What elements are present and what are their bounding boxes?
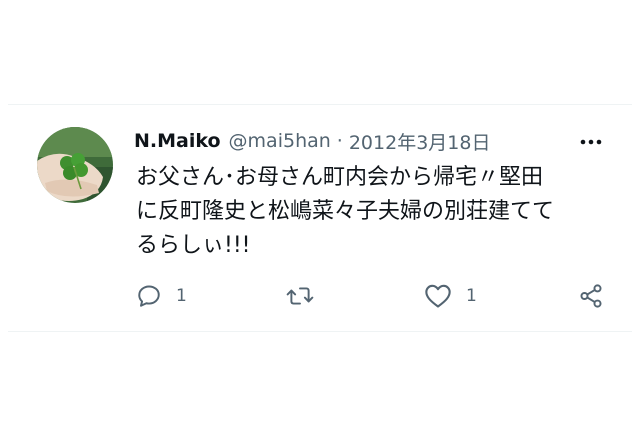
reply-icon xyxy=(138,285,160,307)
share-button[interactable] xyxy=(578,281,604,311)
user-handle[interactable]: @mai5han xyxy=(229,130,331,152)
tweet-text: お父さん･お母さん町内会から帰宅〃堅田 に反町隆史と松嶋菜々子夫婦の別荘建てて … xyxy=(136,165,555,258)
tweet-date[interactable]: 2012年3月18日 xyxy=(349,128,491,155)
heart-icon xyxy=(425,284,451,308)
retweet-icon xyxy=(286,287,314,305)
reply-button[interactable]: 1 xyxy=(136,281,187,311)
retweet-button[interactable] xyxy=(286,281,328,311)
avatar-image xyxy=(37,127,113,203)
more-options-button[interactable] xyxy=(574,131,608,153)
separator-dot: · xyxy=(336,130,343,152)
tweet-card[interactable]: N.Maiko @mai5han · 2012年3月18日 お父さん･お母さん町… xyxy=(8,104,632,332)
reply-count: 1 xyxy=(176,286,187,306)
avatar[interactable] xyxy=(37,127,113,203)
share-icon xyxy=(580,284,602,308)
tweet-header: N.Maiko @mai5han · 2012年3月18日 xyxy=(134,127,490,155)
tweet-actions: 1 1 xyxy=(136,281,606,311)
like-count: 1 xyxy=(466,286,477,306)
more-horizontal-icon xyxy=(580,139,602,145)
like-button[interactable]: 1 xyxy=(424,281,477,311)
display-name[interactable]: N.Maiko xyxy=(134,130,221,152)
